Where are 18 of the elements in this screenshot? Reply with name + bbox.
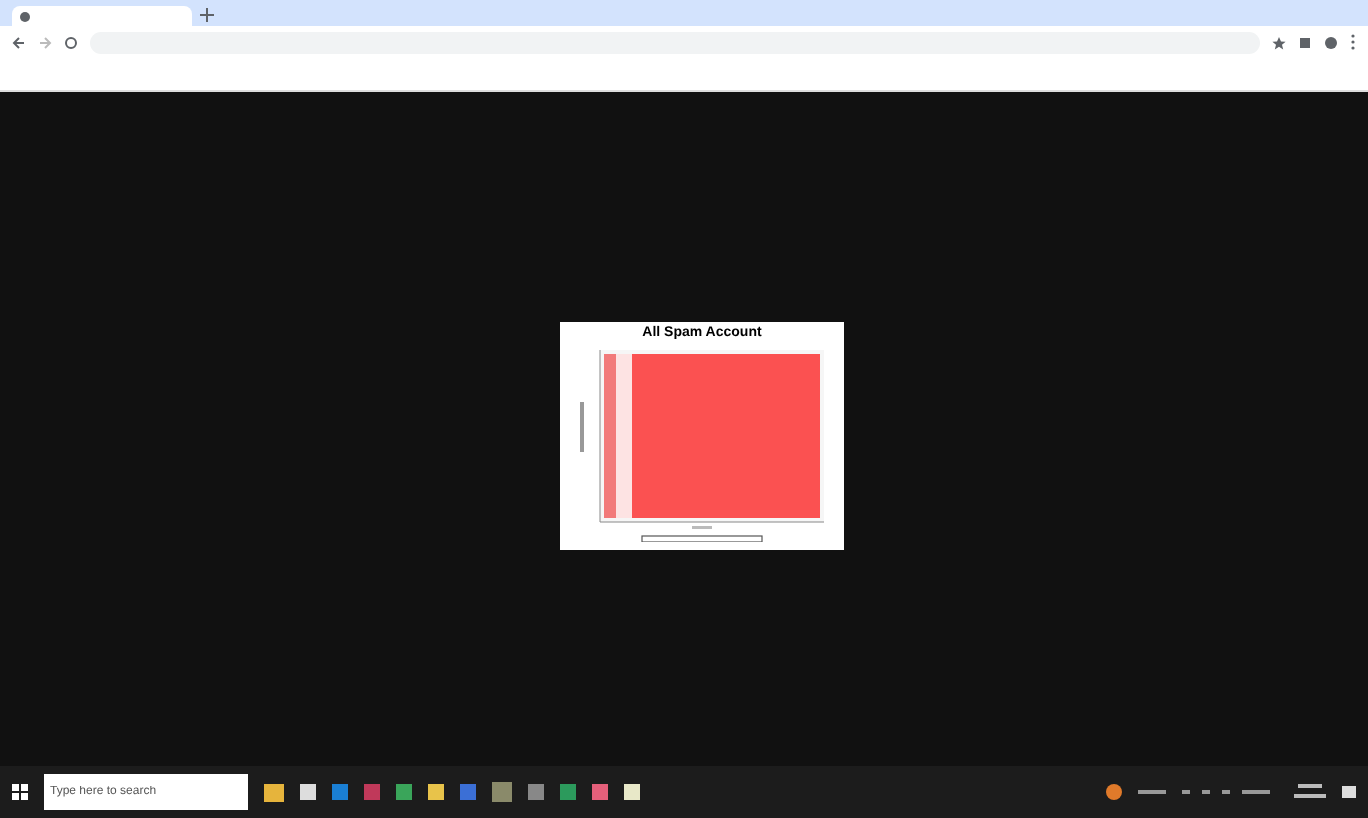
back-icon[interactable] (12, 35, 26, 49)
menu-icon[interactable] (1350, 34, 1356, 50)
notification-icon[interactable] (1342, 785, 1356, 799)
folder-icon[interactable] (264, 783, 284, 801)
extensions-icon[interactable] (1298, 35, 1312, 49)
new-tab-icon[interactable] (200, 8, 214, 22)
x-axis-label-mark (692, 525, 712, 528)
browser-tab[interactable] (12, 6, 192, 26)
page-icon (20, 11, 30, 21)
star-icon[interactable] (1272, 35, 1286, 49)
windows-icon[interactable] (12, 784, 28, 800)
clock-drawing[interactable] (1294, 782, 1326, 802)
reload-icon[interactable] (64, 35, 78, 49)
weather-icon[interactable] (1106, 784, 1122, 800)
profile-icon[interactable] (1324, 35, 1338, 49)
chart-legend (641, 534, 763, 541)
forward-icon[interactable] (38, 35, 52, 49)
y-axis-label-mark (580, 401, 584, 451)
